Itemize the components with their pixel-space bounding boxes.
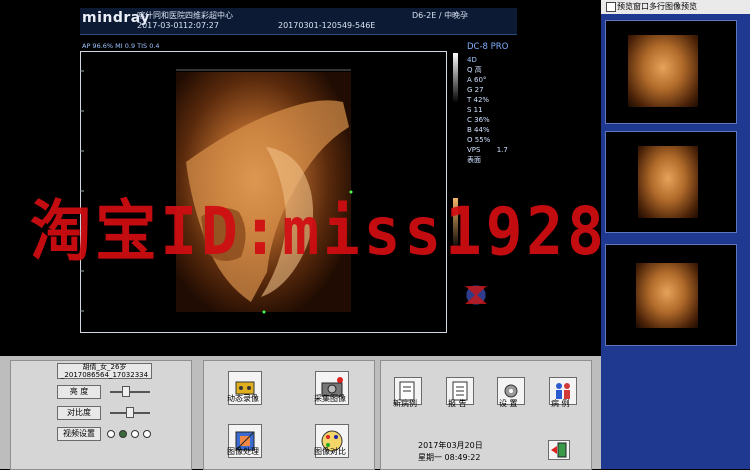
probe-orientation-icon [461,280,491,310]
hospital-name: 喀什同和医院四维彩超中心 [137,11,233,20]
thumbnail-2[interactable] [605,131,737,233]
imaging-parameters: DC-8 PRO 4D Q 高 A 60° G 27 T 42% S 11 C … [467,42,527,165]
param-q: Q 高 [467,66,482,74]
param-c: C 36% [467,116,490,124]
exit-button[interactable] [548,440,570,460]
thumbnail-image [636,263,698,328]
exam-date: 2017-03-01 [137,21,184,30]
image-compare-label: 图像对比 [314,447,346,456]
thumbnail-3[interactable] [605,244,737,346]
thumbnail-image [628,35,698,107]
video-radio-3[interactable] [131,430,139,438]
grayscale-bar [453,53,458,103]
contrast-slider-knob[interactable] [126,407,134,418]
exit-icon [551,442,567,458]
status-date: 2017年03月20日 [418,441,483,450]
brightness-slider[interactable] [110,391,150,393]
param-g: G 27 [467,86,484,94]
video-settings-button[interactable]: 视频设置 [57,427,101,441]
thumbnail-image [638,146,698,218]
param-t: T 42% [467,96,490,104]
vps-label: VPS [467,146,481,154]
preview-checkbox[interactable] [606,2,616,12]
capture-image-label: 采集图像 [314,394,346,403]
model-name: DC-8 PRO [467,42,509,52]
watermark-text: 淘宝ID:miss1928 [30,193,608,270]
video-radio-1[interactable] [107,430,115,438]
exam-id: 20170301-120549-546E [278,21,376,30]
param-o: O 55% [467,136,491,144]
contrast-button[interactable]: 对比度 [57,406,101,420]
cases-label: 病 例 [551,399,570,408]
image-process-label: 图像处理 [227,447,259,456]
video-radio-2[interactable] [119,430,127,438]
param-s: S 11 [467,106,483,114]
param-b: B 44% [467,126,490,134]
dynamic-record-label: 动态录像 [227,394,259,403]
status-weekday-time: 星期一 08:49:22 [418,453,481,462]
output-power: AP 96.6% MI 0.9 TIS 0.4 [82,42,160,50]
mode-label: 4D [467,56,477,64]
param-a: A 60° [467,76,487,84]
probe-preset: D6-2E / 中晚孕 [412,11,469,20]
thumbnail-1[interactable] [605,20,737,124]
settings-label: 设 置 [499,399,518,408]
render-mode: 表面 [467,156,481,164]
brightness-button[interactable]: 亮 度 [57,385,101,399]
new-case-label: 新病例 [393,399,417,408]
vps-value: 1.7 [496,146,508,154]
brightness-slider-knob[interactable] [122,386,130,397]
report-label: 报 告 [448,399,467,408]
exam-time: 12:07:27 [183,21,219,30]
vps-row: VPS 1.7 [467,145,527,155]
video-radio-4[interactable] [143,430,151,438]
preview-checkbox-label: 预览窗口多行图像预览 [617,2,697,11]
patient-info-button[interactable]: 胡倩_女_26岁_2017086564_17032334 [57,363,152,379]
